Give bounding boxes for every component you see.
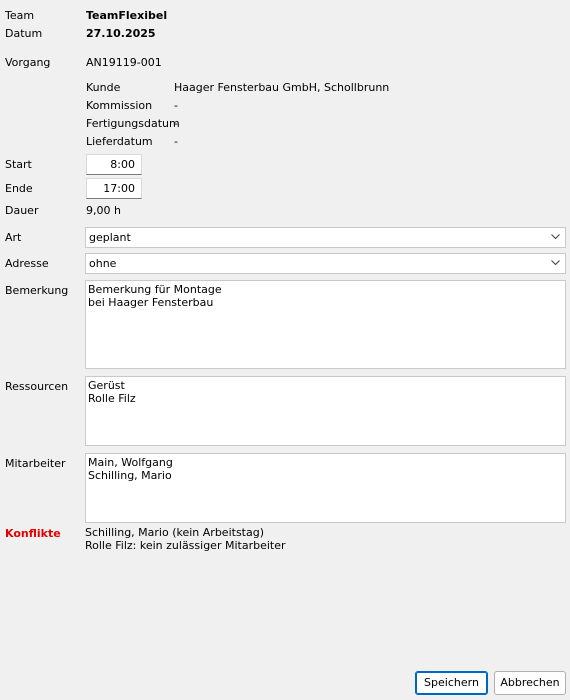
adresse-label: Adresse: [5, 257, 49, 270]
ende-label: Ende: [5, 182, 33, 195]
chevron-down-icon: [551, 234, 560, 240]
art-select[interactable]: geplant: [85, 227, 566, 248]
adresse-select[interactable]: ohne: [85, 253, 566, 274]
start-time-input[interactable]: 8:00: [86, 154, 142, 175]
mitarbeiter-label: Mitarbeiter: [5, 457, 66, 470]
chevron-down-icon: [551, 260, 560, 266]
bemerkung-label: Bemerkung: [5, 284, 69, 297]
kommission-label: Kommission: [86, 99, 153, 112]
konflikte-text: Schilling, Mario (kein Arbeitstag) Rolle…: [85, 526, 286, 552]
datum-label: Datum: [5, 27, 43, 40]
datum-value: 27.10.2025: [86, 27, 156, 40]
art-selected-value: geplant: [89, 231, 131, 244]
dauer-label: Dauer: [5, 204, 39, 217]
kunde-value: Haager Fensterbau GmbH, Schollbrunn: [174, 81, 390, 94]
fertigungsdatum-label: Fertigungsdatum: [86, 117, 180, 130]
vorgang-label: Vorgang: [5, 56, 51, 69]
bemerkung-textarea[interactable]: Bemerkung für Montage bei Haager Fenster…: [85, 280, 566, 369]
kommission-value: -: [174, 99, 178, 112]
konflikte-label: Konflikte: [5, 527, 61, 540]
lieferdatum-label: Lieferdatum: [86, 135, 153, 148]
fertigungsdatum-value: -: [174, 117, 178, 130]
art-label: Art: [5, 231, 22, 244]
team-label: Team: [5, 9, 35, 22]
save-button[interactable]: Speichern: [415, 671, 488, 695]
vorgang-value: AN19119-001: [86, 56, 162, 69]
ressourcen-label: Ressourcen: [5, 380, 69, 393]
adresse-selected-value: ohne: [89, 257, 117, 270]
dauer-value: 9,00 h: [86, 204, 121, 217]
start-label: Start: [5, 158, 32, 171]
cancel-button[interactable]: Abbrechen: [494, 671, 566, 695]
lieferdatum-value: -: [174, 135, 178, 148]
end-time-input[interactable]: 17:00: [86, 178, 142, 199]
ressourcen-list[interactable]: Gerüst Rolle Filz: [85, 376, 566, 446]
mitarbeiter-list[interactable]: Main, Wolfgang Schilling, Mario: [85, 453, 566, 523]
team-value: TeamFlexibel: [86, 9, 168, 22]
kunde-label: Kunde: [86, 81, 121, 94]
